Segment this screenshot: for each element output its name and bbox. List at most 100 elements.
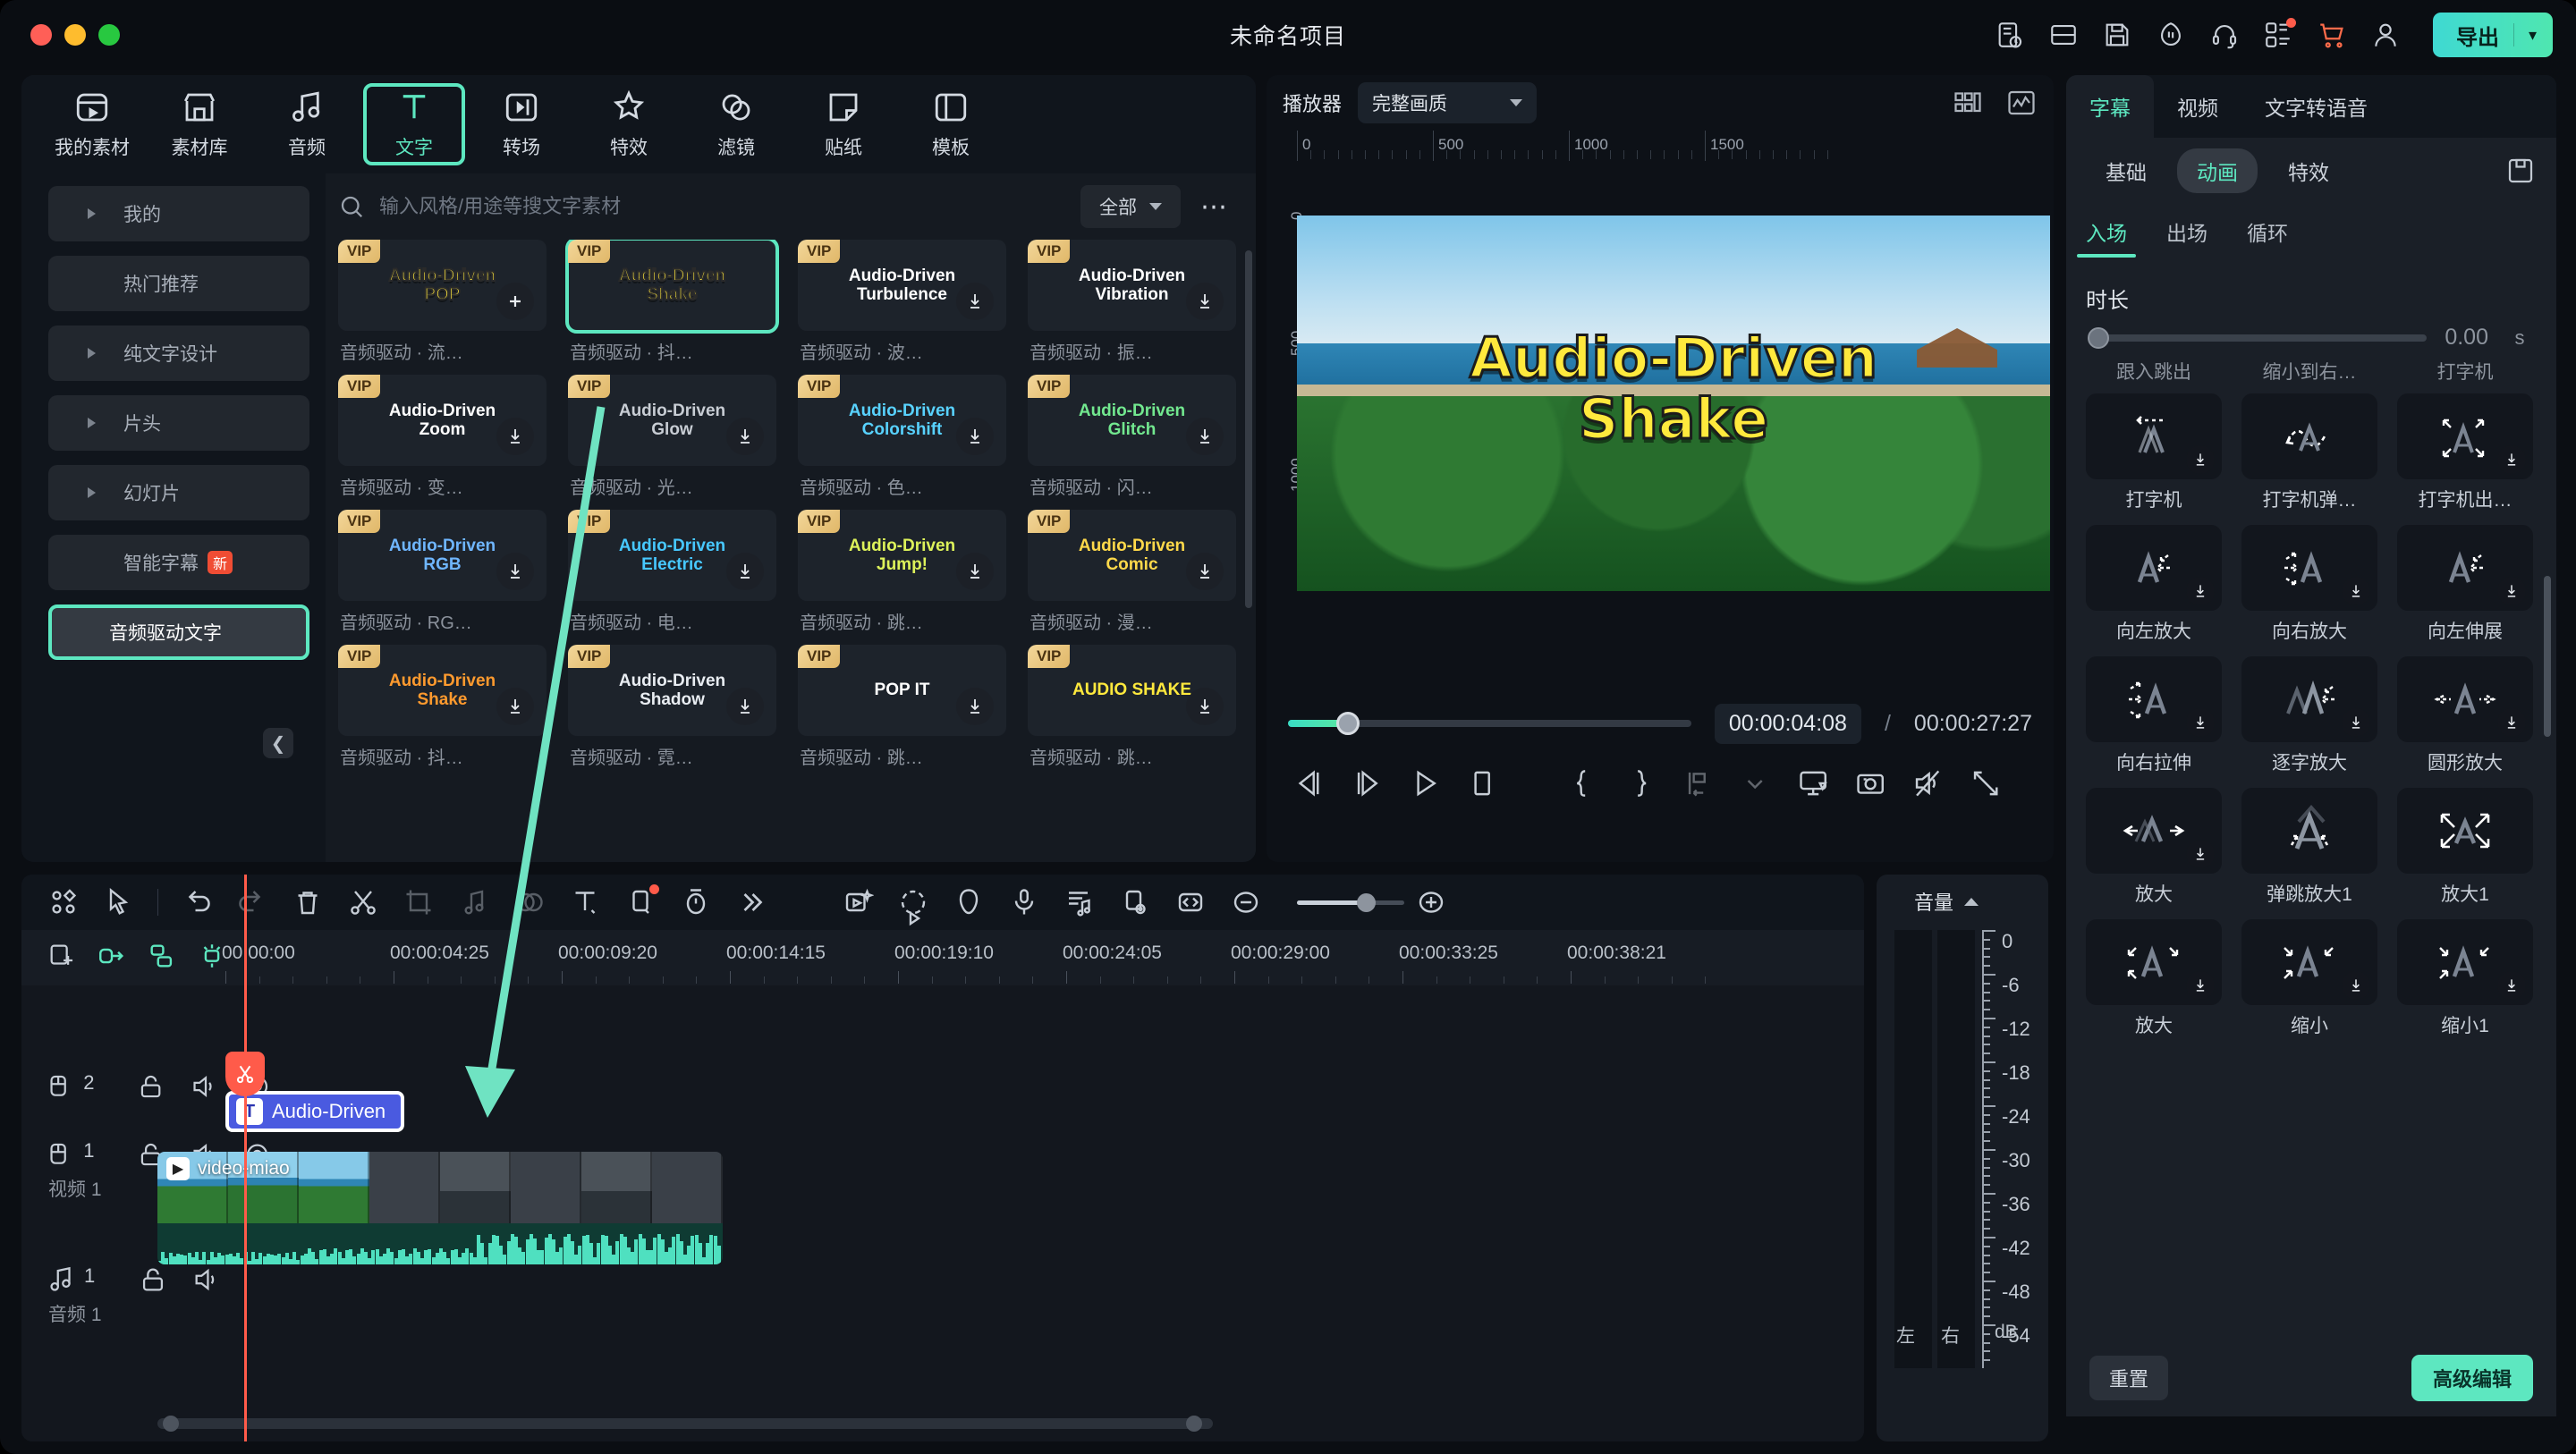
media-tab-5[interactable]: 特效 [578, 83, 680, 165]
download-icon[interactable] [2497, 577, 2526, 605]
waveform-icon[interactable] [2005, 87, 2038, 119]
media-tab-4[interactable]: 转场 [470, 83, 572, 165]
timeline-zoom-slider[interactable] [1297, 892, 1404, 912]
animation-item-10[interactable]: 弹跳放大1 [2241, 788, 2377, 907]
caret-up-icon[interactable] [1964, 897, 1979, 906]
filter-select[interactable]: 全部 [1080, 185, 1181, 228]
animation-item-8[interactable]: 圆形放大 [2397, 656, 2533, 775]
keyframe-icon[interactable] [624, 884, 659, 918]
music-icon[interactable] [47, 1264, 77, 1295]
ai-effects-icon[interactable] [842, 886, 875, 918]
download-icon[interactable] [1186, 418, 1224, 455]
quality-select[interactable]: 完整画质 [1358, 82, 1538, 123]
export-button[interactable]: 导出 ▾ [2432, 13, 2553, 57]
add-track-icon[interactable] [47, 941, 77, 971]
download-icon[interactable] [496, 688, 534, 725]
media-tab-7[interactable]: 贴纸 [792, 83, 894, 165]
template-card-4[interactable]: VIP Audio-Driven Zoom 音频驱动 · 变… [338, 375, 547, 501]
properties-scrollbar[interactable] [2544, 576, 2551, 737]
export-chevron-down-icon[interactable]: ▾ [2529, 26, 2537, 45]
split-icon[interactable] [347, 886, 379, 918]
category-item-2[interactable]: 纯文字设计 [48, 325, 309, 381]
media-tab-3[interactable]: 文字 [363, 83, 465, 165]
crop-icon[interactable] [402, 886, 435, 918]
media-tab-6[interactable]: 滤镜 [685, 83, 787, 165]
mute-icon[interactable] [190, 1071, 219, 1102]
mute-icon[interactable] [191, 1264, 222, 1295]
fit-icon[interactable] [1174, 886, 1207, 918]
zoom-track[interactable] [1297, 892, 1404, 912]
more-options-icon[interactable]: ⋯ [1195, 191, 1234, 223]
category-item-5[interactable]: 智能字幕新 [48, 535, 309, 590]
advanced-edit-button[interactable]: 高级编辑 [2411, 1355, 2533, 1401]
download-icon[interactable] [726, 418, 764, 455]
redo-icon[interactable] [236, 886, 268, 918]
download-icon[interactable] [956, 283, 994, 320]
link-icon[interactable] [97, 941, 127, 971]
motion-tracking-icon[interactable] [897, 886, 929, 926]
search-input[interactable] [379, 195, 1066, 218]
duration-slider-knob[interactable] [2088, 326, 2109, 349]
video-clip[interactable]: ▶ video-miao [157, 1152, 723, 1264]
scrubber-knob[interactable] [1336, 712, 1360, 735]
template-card-10[interactable]: VIP Audio-Driven Jump! 音频驱动 · 跳… [798, 510, 1006, 636]
download-icon[interactable] [2186, 971, 2215, 1000]
prev-frame-icon[interactable] [1293, 766, 1326, 800]
save-icon[interactable] [2102, 20, 2132, 50]
mask-icon[interactable] [513, 886, 546, 918]
template-card-7[interactable]: VIP Audio-Driven Glitch 音频驱动 · 闪… [1028, 375, 1236, 501]
template-card-9[interactable]: VIP Audio-Driven Electric 音频驱动 · 电… [568, 510, 776, 636]
template-card-5[interactable]: VIP Audio-Driven Glow 音频驱动 · 光… [568, 375, 776, 501]
download-icon[interactable] [2497, 708, 2526, 737]
property-tab-0[interactable]: 字幕 [2066, 75, 2154, 138]
download-icon[interactable] [2497, 445, 2526, 474]
animation-segment-1[interactable]: 出场 [2166, 216, 2207, 258]
group-icon[interactable] [147, 941, 177, 971]
headset-support-icon[interactable] [2209, 20, 2240, 50]
animation-item-4[interactable]: 向右放大 [2241, 525, 2377, 644]
grid-icon[interactable] [47, 886, 80, 918]
template-card-12[interactable]: VIP Audio-Driven Shake 音频驱动 · 抖… [338, 645, 547, 771]
download-icon[interactable] [956, 553, 994, 590]
save-preset-icon[interactable] [2504, 155, 2537, 187]
template-card-6[interactable]: VIP Audio-Driven Colorshift 音频驱动 · 色… [798, 375, 1006, 501]
property-tab-1[interactable]: 视频 [2154, 75, 2241, 138]
voiceover-icon[interactable] [1008, 886, 1040, 918]
download-icon[interactable] [2186, 708, 2215, 737]
mark-in-icon[interactable] [1566, 766, 1598, 800]
account-icon[interactable] [2370, 20, 2401, 50]
download-icon[interactable] [2186, 840, 2215, 868]
download-icon[interactable] [1186, 283, 1224, 320]
timeline-ruler[interactable]: 00:00:00 00:00:04:25 00:00:09:20 00:00:14:1… [21, 930, 1864, 985]
download-icon[interactable] [726, 688, 764, 725]
download-icon[interactable] [2342, 577, 2370, 605]
download-icon[interactable] [2497, 971, 2526, 1000]
animation-item-14[interactable]: 缩小1 [2397, 919, 2533, 1038]
more-icon[interactable] [735, 886, 767, 918]
lock-icon[interactable] [136, 1071, 165, 1102]
next-frame-icon[interactable] [1351, 766, 1383, 800]
download-icon[interactable] [2186, 445, 2215, 474]
template-card-14[interactable]: VIP POP IT 音频驱动 · 跳… [798, 645, 1006, 771]
animation-item-13[interactable]: 缩小 [2241, 919, 2377, 1038]
category-item-4[interactable]: 幻灯片 [48, 465, 309, 520]
download-icon[interactable] [956, 418, 994, 455]
category-item-0[interactable]: 我的 [48, 186, 309, 241]
chevron-left-icon[interactable]: ❮ [263, 728, 293, 758]
download-icon[interactable] [1186, 553, 1224, 590]
color-icon[interactable] [953, 886, 985, 918]
scroll-handle-left[interactable] [163, 1416, 179, 1432]
download-icon[interactable] [1186, 688, 1224, 725]
audio-detach-icon[interactable] [458, 886, 490, 918]
stop-icon[interactable] [1466, 766, 1498, 800]
plus-icon[interactable] [496, 283, 534, 320]
download-icon[interactable] [496, 418, 534, 455]
duration-slider[interactable] [2088, 326, 2428, 349]
animation-item-7[interactable]: 逐字放大 [2241, 656, 2377, 775]
track-icon[interactable] [47, 1071, 76, 1102]
property-subtab-0[interactable]: 基础 [2086, 148, 2166, 193]
reset-button[interactable]: 重置 [2089, 1356, 2169, 1400]
download-icon[interactable] [956, 688, 994, 725]
download-icon[interactable] [2186, 577, 2215, 605]
download-icon[interactable] [2342, 708, 2370, 737]
